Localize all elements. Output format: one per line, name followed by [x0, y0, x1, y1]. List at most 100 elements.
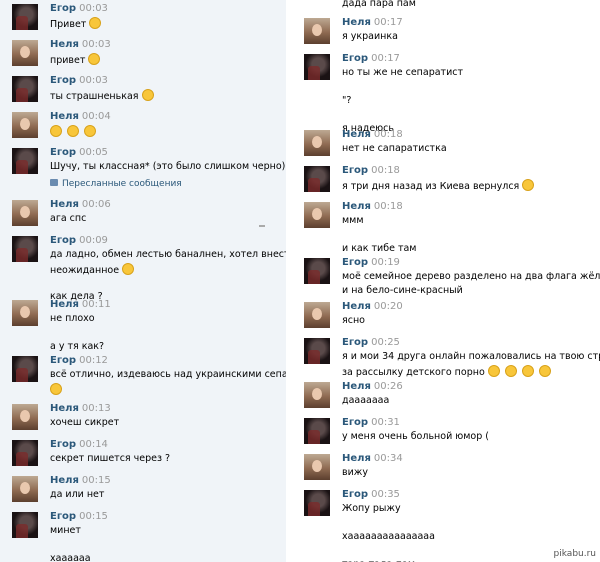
- egor-avatar[interactable]: [12, 4, 38, 30]
- nelia-avatar[interactable]: [12, 476, 38, 502]
- egor-avatar[interactable]: [12, 356, 38, 382]
- forwarded-messages-link[interactable]: Пересланные сообщения: [50, 179, 182, 189]
- message-author[interactable]: Егор 00:05: [50, 147, 108, 158]
- egor-avatar[interactable]: [304, 166, 330, 192]
- author-name[interactable]: Неля: [342, 129, 371, 140]
- nelia-avatar[interactable]: [12, 200, 38, 226]
- message-author[interactable]: Егор 00:35: [342, 489, 400, 500]
- message-author[interactable]: Егор 00:14: [50, 439, 108, 450]
- author-name[interactable]: Неля: [342, 17, 371, 28]
- message-text: да ладно, обмен лестью баналнен, хотел в…: [50, 249, 286, 260]
- author-name[interactable]: Неля: [50, 39, 79, 50]
- author-name[interactable]: Егор: [342, 417, 368, 428]
- author-name[interactable]: Егор: [50, 355, 76, 366]
- author-name[interactable]: Неля: [50, 475, 79, 486]
- message-text: привет: [50, 53, 102, 67]
- message-author[interactable]: Неля 00:15: [50, 475, 111, 486]
- egor-avatar[interactable]: [304, 258, 330, 284]
- nelia-avatar[interactable]: [304, 130, 330, 156]
- message-author[interactable]: Егор 00:15: [50, 511, 108, 522]
- author-name[interactable]: Неля: [342, 201, 371, 212]
- author-name[interactable]: Егор: [50, 3, 76, 14]
- nelia-avatar[interactable]: [304, 454, 330, 480]
- nelia-avatar[interactable]: [304, 18, 330, 44]
- message-author[interactable]: Неля 00:34: [342, 453, 403, 464]
- egor-avatar[interactable]: [12, 76, 38, 102]
- message-author[interactable]: Неля 00:17: [342, 17, 403, 28]
- author-name[interactable]: Егор: [342, 53, 368, 64]
- egor-avatar[interactable]: [12, 440, 38, 466]
- message-author[interactable]: Егор 00:19: [342, 257, 400, 268]
- message-author[interactable]: Неля 00:04: [50, 111, 111, 122]
- emoji-icon: [89, 17, 102, 29]
- author-name[interactable]: Егор: [50, 511, 76, 522]
- nelia-avatar[interactable]: [12, 300, 38, 326]
- author-name[interactable]: Неля: [50, 111, 79, 122]
- message-author[interactable]: Егор 00:03: [50, 3, 108, 14]
- emoji-icon: [67, 125, 80, 137]
- author-name[interactable]: Егор: [50, 439, 76, 450]
- emoji-icon: [487, 365, 500, 377]
- message-time: 00:11: [81, 299, 111, 310]
- message-time: 00:05: [79, 147, 108, 158]
- egor-avatar[interactable]: [304, 490, 330, 516]
- message-author[interactable]: Неля 00:03: [50, 39, 111, 50]
- message-text: у меня очень больной юмор (: [342, 431, 489, 442]
- left-chat-column: Егор 00:03 Привет Неля 00:03 привет Егор 00:0…: [0, 0, 286, 562]
- author-name[interactable]: Егор: [342, 257, 368, 268]
- message-time: 00:04: [81, 111, 111, 122]
- forwarded-label[interactable]: Пересланные сообщения: [62, 179, 182, 189]
- message-time: 00:14: [79, 439, 108, 450]
- author-name[interactable]: Неля: [342, 453, 371, 464]
- author-name[interactable]: Неля: [50, 199, 79, 210]
- message-text: и на бело-сине-красный: [342, 285, 463, 296]
- author-name[interactable]: Неля: [342, 301, 371, 312]
- message-text: "?: [342, 95, 352, 106]
- message-author[interactable]: Неля 00:20: [342, 301, 403, 312]
- message-author[interactable]: Неля 00:11: [50, 299, 111, 310]
- nelia-avatar[interactable]: [12, 404, 38, 430]
- message-author[interactable]: Егор 00:18: [342, 165, 400, 176]
- egor-avatar[interactable]: [304, 418, 330, 444]
- message-author[interactable]: Неля 00:13: [50, 403, 111, 414]
- message-author[interactable]: Егор 00:12: [50, 355, 108, 366]
- author-name[interactable]: Неля: [50, 299, 79, 310]
- author-name[interactable]: Егор: [50, 75, 76, 86]
- emoji-icon: [50, 125, 62, 137]
- author-name[interactable]: Егор: [342, 165, 368, 176]
- egor-avatar[interactable]: [304, 54, 330, 80]
- nelia-avatar[interactable]: [304, 202, 330, 228]
- message-author[interactable]: Егор 00:03: [50, 75, 108, 86]
- message-text: за рассылку детского порно: [342, 365, 553, 379]
- message-time: 00:06: [81, 199, 111, 210]
- egor-avatar[interactable]: [12, 512, 38, 538]
- nelia-avatar[interactable]: [304, 382, 330, 408]
- emoji-icon: [522, 179, 535, 191]
- message-text: я три дня назад из Киева вернулся: [342, 179, 536, 193]
- message-author[interactable]: Неля 00:18: [342, 129, 403, 140]
- author-name[interactable]: Неля: [342, 381, 371, 392]
- author-name[interactable]: Егор: [342, 489, 368, 500]
- nelia-avatar[interactable]: [12, 112, 38, 138]
- message-author[interactable]: Неля 00:18: [342, 201, 403, 212]
- message-text: ага спс: [50, 213, 87, 224]
- nelia-avatar[interactable]: [12, 40, 38, 66]
- message-text: моё семейное дерево разделено на два фла…: [342, 271, 600, 282]
- message-author[interactable]: Егор 00:31: [342, 417, 400, 428]
- message-author[interactable]: Неля 00:06: [50, 199, 111, 210]
- egor-avatar[interactable]: [304, 338, 330, 364]
- message-author[interactable]: Неля 00:26: [342, 381, 403, 392]
- egor-avatar[interactable]: [12, 236, 38, 262]
- egor-avatar[interactable]: [12, 148, 38, 174]
- author-name[interactable]: Неля: [50, 403, 79, 414]
- author-name[interactable]: Егор: [50, 235, 76, 246]
- message-author[interactable]: Егор 00:09: [50, 235, 108, 246]
- message-author[interactable]: Егор 00:25: [342, 337, 400, 348]
- nelia-avatar[interactable]: [304, 302, 330, 328]
- author-name[interactable]: Егор: [342, 337, 368, 348]
- message-time: 00:03: [81, 39, 111, 50]
- message-author[interactable]: Егор 00:17: [342, 53, 400, 64]
- message-text: Привет: [50, 17, 103, 31]
- author-name[interactable]: Егор: [50, 147, 76, 158]
- column-divider: [286, 0, 296, 562]
